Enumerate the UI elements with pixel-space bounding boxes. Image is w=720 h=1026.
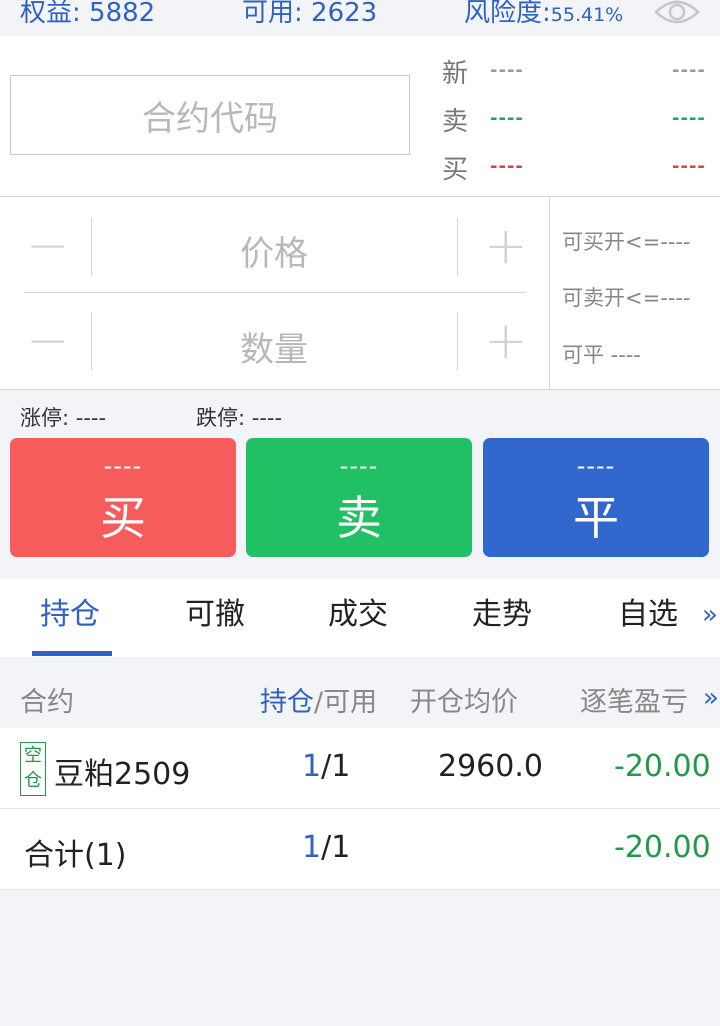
header-position[interactable]: 持仓/可用 <box>260 680 377 719</box>
quote-ask-label: 卖 <box>442 107 469 137</box>
buy-button[interactable]: ---- 买 <box>10 438 236 557</box>
close-label: 平 <box>573 491 619 545</box>
divider <box>0 196 720 197</box>
quote-last-right: ---- <box>672 60 706 81</box>
risk-value: 55.41% <box>550 4 624 26</box>
buy-label: 买 <box>100 491 146 545</box>
header-available-label: /可用 <box>314 687 378 718</box>
divider <box>91 218 92 276</box>
divider <box>0 389 720 390</box>
can-sell-open: 可卖开<=---- <box>562 286 691 310</box>
divider <box>549 196 550 390</box>
quantity-input[interactable]: 数量 <box>94 322 454 371</box>
limit-up: 涨停: ---- <box>20 406 107 430</box>
quote-last-label: 新 <box>442 59 469 89</box>
can-buy-open: 可买开<=---- <box>562 230 691 254</box>
total-pnl: -20.00 <box>614 830 711 865</box>
contract-code-placeholder: 合约代码 <box>142 98 278 139</box>
tab-trades[interactable]: 成交 <box>328 589 388 633</box>
limit-down: 跌停: ---- <box>196 406 283 430</box>
total-label: 合计(1) <box>24 838 127 873</box>
row-position: 1/1 <box>302 749 350 784</box>
tab-trend[interactable]: 走势 <box>472 589 532 633</box>
quote-ask-left: ---- <box>490 108 524 129</box>
price-input[interactable]: 价格 <box>94 226 454 275</box>
header-avg-price: 开仓均价 <box>410 687 518 718</box>
price-plus-button[interactable]: + <box>484 220 528 272</box>
divider <box>457 312 458 370</box>
row-avg-price: 2960.0 <box>438 749 543 784</box>
equity: 权益: 5882 <box>20 0 155 28</box>
risk: 风险度:55.41% <box>464 0 623 30</box>
eye-icon[interactable] <box>654 0 700 30</box>
contract-code-input[interactable]: 合约代码 <box>10 75 410 155</box>
sell-button[interactable]: ---- 卖 <box>246 438 472 557</box>
available-label: 可用: <box>242 0 303 28</box>
total-position-qty: 1 <box>302 830 322 865</box>
equity-label: 权益: <box>20 0 81 28</box>
tab-cancellable[interactable]: 可撤 <box>185 589 245 633</box>
quote-bid-label: 买 <box>442 155 469 185</box>
buy-price: ---- <box>103 452 143 480</box>
tag-char: 空 <box>24 745 42 766</box>
row-pnl: -20.00 <box>614 749 711 784</box>
price-minus-button[interactable]: − <box>26 220 70 272</box>
quote-bid-right: ---- <box>672 156 706 177</box>
header-contract: 合约 <box>20 687 74 718</box>
divider <box>457 218 458 276</box>
tab-watchlist[interactable]: 自选 <box>618 589 678 633</box>
row-contract: 豆粕2509 <box>54 757 191 792</box>
quote-last-left: ---- <box>490 60 524 81</box>
sell-price: ---- <box>339 452 379 480</box>
tabs-more-icon[interactable]: » <box>702 600 718 630</box>
divider <box>0 889 720 890</box>
header-more-icon[interactable]: » <box>703 683 719 713</box>
sell-label: 卖 <box>336 491 382 545</box>
quantity-plus-button[interactable]: + <box>484 315 528 367</box>
active-tab-indicator <box>32 651 112 656</box>
can-close: 可平 ---- <box>562 343 641 367</box>
tab-positions[interactable]: 持仓 <box>40 589 100 633</box>
available-value: 2623 <box>311 0 378 28</box>
header-pnl: 逐笔盈亏 <box>580 687 688 718</box>
divider <box>91 312 92 370</box>
total-available-qty: /1 <box>321 830 351 865</box>
close-price: ---- <box>576 452 616 480</box>
equity-value: 5882 <box>89 0 156 28</box>
risk-label: 风险度: <box>464 0 551 28</box>
divider <box>24 292 526 293</box>
quote-bid-left: ---- <box>490 156 524 177</box>
header-position-label: 持仓 <box>260 687 314 718</box>
close-position-button[interactable]: ---- 平 <box>483 438 709 557</box>
total-position: 1/1 <box>302 830 350 865</box>
tag-char: 仓 <box>24 770 42 791</box>
row-available-qty: /1 <box>321 749 351 784</box>
short-position-tag: 空 仓 <box>20 742 46 796</box>
quote-ask-right: ---- <box>672 108 706 129</box>
available: 可用: 2623 <box>242 0 377 28</box>
row-position-qty: 1 <box>302 749 322 784</box>
quantity-minus-button[interactable]: − <box>26 315 70 367</box>
